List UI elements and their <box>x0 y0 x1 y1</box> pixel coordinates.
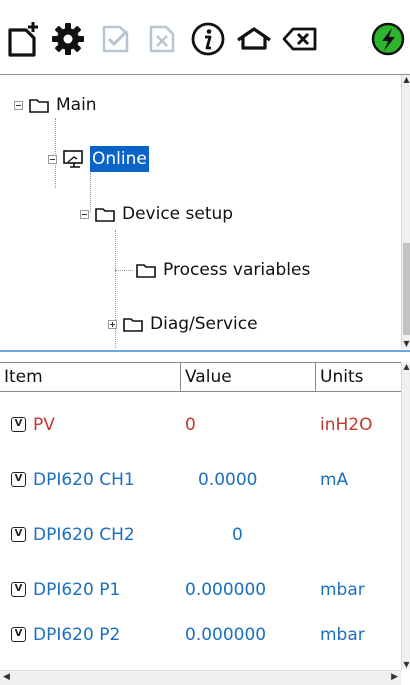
gear-icon <box>52 23 84 55</box>
scroll-up-icon[interactable]: ▲ <box>402 362 410 372</box>
scrollbar-thumb[interactable] <box>403 243 410 335</box>
tree-node-label: Online <box>90 146 149 172</box>
scroll-up-icon[interactable]: ▲ <box>402 75 410 85</box>
units-cell: inH2O <box>320 415 373 435</box>
tree-node-label: Device setup <box>122 204 234 224</box>
expand-expander[interactable] <box>108 319 117 329</box>
value-cell: 0 <box>232 525 243 545</box>
collapse-expander[interactable] <box>14 100 23 110</box>
confirm-button[interactable] <box>96 17 136 61</box>
collapse-expander[interactable] <box>80 209 89 219</box>
check-document-icon <box>102 25 129 53</box>
scroll-right-icon[interactable]: ▶ <box>391 672 398 682</box>
info-icon <box>191 22 225 56</box>
folder-icon <box>136 263 156 278</box>
value-cell: 0 <box>185 415 196 435</box>
tree-vertical-scrollbar[interactable]: ▲ ▼ <box>401 75 410 349</box>
scroll-down-icon[interactable]: ▼ <box>402 660 410 670</box>
tree-node-label: Main <box>56 95 97 115</box>
column-header-units[interactable]: Units <box>315 363 401 391</box>
units-cell: mA <box>320 470 349 490</box>
variable-badge-icon: V <box>11 472 26 487</box>
item-cell: DPI620 CH1 <box>33 470 135 490</box>
table-row[interactable]: V DPI620 P1 0.000000 mbar <box>0 575 401 605</box>
variables-grid: Item Value Units V PV 0 inH2O V DPI620 C… <box>0 352 410 685</box>
table-row[interactable]: V DPI620 CH1 0.0000 mA <box>0 465 401 495</box>
new-document-button[interactable] <box>4 17 44 61</box>
home-button[interactable] <box>234 17 274 61</box>
tree-node-main[interactable]: Main <box>14 90 99 120</box>
grid-header: Item Value Units <box>0 362 401 392</box>
column-header-value[interactable]: Value <box>180 363 315 391</box>
info-button[interactable] <box>188 17 228 61</box>
cancel-document-icon <box>149 25 175 53</box>
units-cell: mbar <box>320 580 365 600</box>
tree-node-label: Process variables <box>163 260 311 280</box>
settings-button[interactable] <box>48 17 88 61</box>
scroll-left-icon[interactable]: ◀ <box>3 672 10 682</box>
folder-icon <box>123 317 143 332</box>
table-row[interactable]: V PV 0 inH2O <box>0 410 401 440</box>
item-cell: DPI620 CH2 <box>33 525 135 545</box>
home-icon <box>237 27 271 50</box>
scroll-down-icon[interactable]: ▼ <box>402 339 410 349</box>
variable-badge-icon: V <box>11 627 26 642</box>
new-document-icon <box>8 22 38 57</box>
tree-connector <box>115 270 133 271</box>
grid-horizontal-scrollbar[interactable]: ◀ ▶ <box>0 670 401 685</box>
backspace-button[interactable] <box>280 17 320 61</box>
tree-node-process-variables[interactable]: Process variables <box>136 255 312 285</box>
item-cell: DPI620 P1 <box>33 580 121 600</box>
app-window: Main Online Device setup Process variabl… <box>0 0 410 685</box>
toolbar <box>0 0 410 74</box>
tree-node-label: Diag/Service <box>150 314 258 334</box>
backspace-icon <box>282 27 317 51</box>
grid-vertical-scrollbar[interactable]: ▲ ▼ <box>401 362 410 670</box>
tree-node-diag-service[interactable]: Diag/Service <box>108 309 260 339</box>
item-cell: DPI620 P2 <box>33 625 121 645</box>
value-cell: 0.0000 <box>198 470 258 490</box>
connection-status-button[interactable] <box>366 17 410 61</box>
cancel-button[interactable] <box>142 17 182 61</box>
column-header-item[interactable]: Item <box>0 363 180 391</box>
connection-status-icon <box>371 22 405 56</box>
units-cell: mbar <box>320 625 365 645</box>
tree-panel: Main Online Device setup Process variabl… <box>0 74 410 350</box>
value-cell: 0.000000 <box>185 580 267 600</box>
table-row[interactable]: V DPI620 CH2 0 <box>0 520 401 550</box>
tree-node-device-setup[interactable]: Device setup <box>80 199 235 229</box>
item-cell: PV <box>33 415 55 435</box>
variable-badge-icon: V <box>11 417 26 432</box>
folder-icon <box>29 98 49 113</box>
variable-badge-icon: V <box>11 582 26 597</box>
collapse-expander[interactable] <box>48 154 57 164</box>
variable-badge-icon: V <box>11 527 26 542</box>
tree-node-online[interactable]: Online <box>48 144 149 174</box>
computer-icon <box>63 149 83 168</box>
table-row[interactable]: V DPI620 P2 0.000000 mbar <box>0 620 401 650</box>
value-cell: 0.000000 <box>185 625 267 645</box>
folder-icon <box>95 207 115 222</box>
